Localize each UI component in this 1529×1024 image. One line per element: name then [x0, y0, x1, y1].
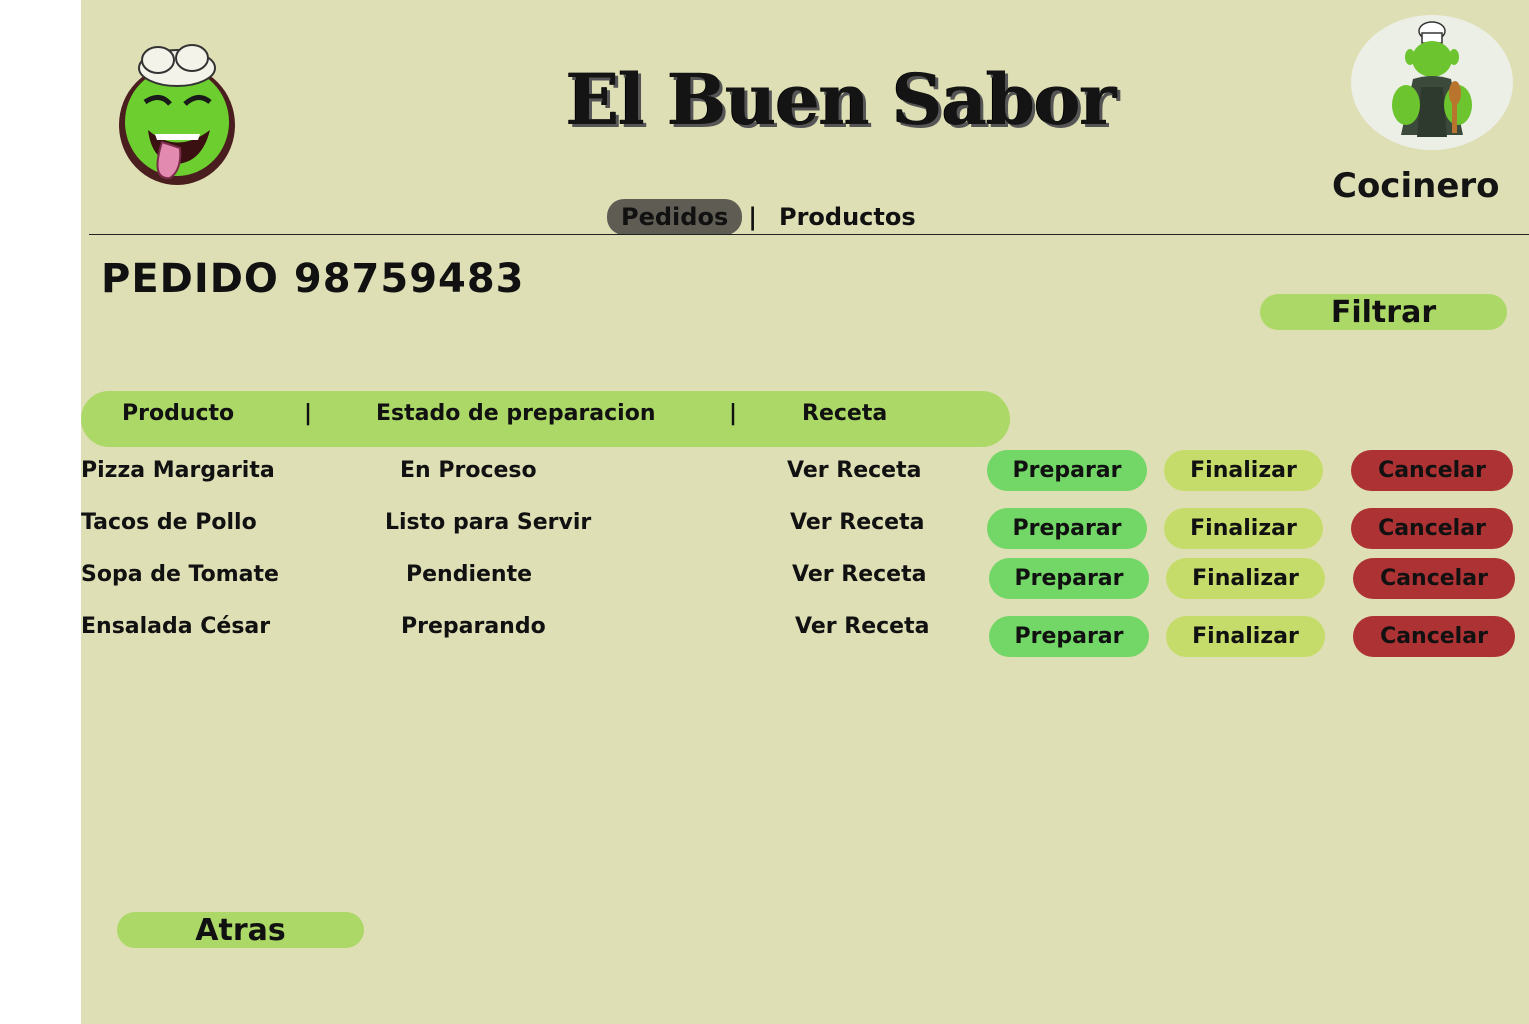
- user-role-label: Cocinero: [1332, 166, 1500, 206]
- column-header-producto: Producto: [122, 401, 235, 426]
- main-nav: Pedidos | Productos: [607, 199, 930, 235]
- preparation-status: En Proceso: [400, 458, 537, 483]
- cancel-button[interactable]: Cancelar: [1351, 508, 1513, 549]
- finish-button[interactable]: Finalizar: [1164, 450, 1323, 491]
- prepare-button[interactable]: Preparar: [987, 508, 1147, 549]
- cancel-button[interactable]: Cancelar: [1353, 616, 1515, 657]
- back-button[interactable]: Atras: [117, 912, 364, 948]
- filter-button[interactable]: Filtrar: [1260, 294, 1507, 330]
- view-recipe-link[interactable]: Ver Receta: [792, 562, 926, 587]
- column-separator: |: [729, 401, 738, 426]
- view-recipe-link[interactable]: Ver Receta: [790, 510, 924, 535]
- finish-button[interactable]: Finalizar: [1166, 616, 1325, 657]
- ogre-chef-logo-icon: [110, 30, 240, 194]
- column-header-estado: Estado de preparacion: [376, 401, 656, 426]
- prepare-button[interactable]: Preparar: [987, 450, 1147, 491]
- nav-separator: |: [748, 203, 757, 231]
- chef-avatar-icon[interactable]: [1351, 15, 1513, 150]
- page-title: PEDIDO 98759483: [101, 256, 525, 302]
- cancel-button[interactable]: Cancelar: [1353, 558, 1515, 599]
- preparation-status: Pendiente: [406, 562, 533, 587]
- view-recipe-link[interactable]: Ver Receta: [795, 614, 929, 639]
- column-header-receta: Receta: [802, 401, 888, 426]
- product-name: Tacos de Pollo: [81, 510, 257, 535]
- prepare-button[interactable]: Preparar: [989, 558, 1149, 599]
- column-separator: |: [304, 401, 313, 426]
- tab-pedidos[interactable]: Pedidos: [607, 199, 743, 235]
- product-name: Pizza Margarita: [81, 458, 275, 483]
- preparation-status: Preparando: [401, 614, 546, 639]
- product-name: Sopa de Tomate: [81, 562, 279, 587]
- preparation-status: Listo para Servir: [385, 510, 592, 535]
- brand-title: El Buen Sabor: [566, 58, 1117, 141]
- cancel-button[interactable]: Cancelar: [1351, 450, 1513, 491]
- prepare-button[interactable]: Preparar: [989, 616, 1149, 657]
- finish-button[interactable]: Finalizar: [1164, 508, 1323, 549]
- view-recipe-link[interactable]: Ver Receta: [787, 458, 921, 483]
- product-name: Ensalada César: [81, 614, 271, 639]
- tab-productos[interactable]: Productos: [765, 199, 930, 235]
- finish-button[interactable]: Finalizar: [1166, 558, 1325, 599]
- header-divider: [89, 234, 1529, 235]
- table-header: Producto | Estado de preparacion | Recet…: [81, 391, 1010, 447]
